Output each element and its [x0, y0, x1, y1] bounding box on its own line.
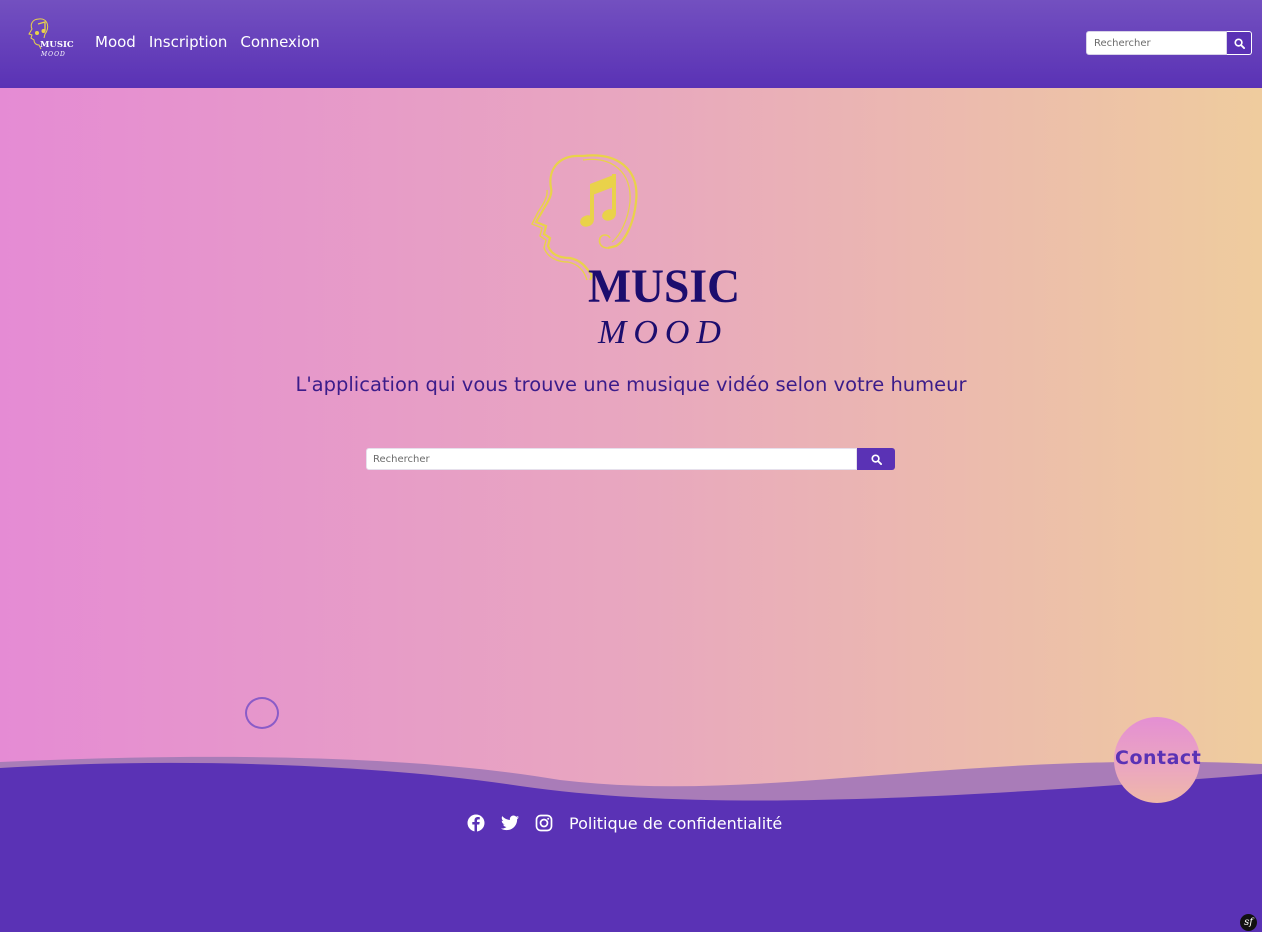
svg-text:MOOD: MOOD — [597, 314, 728, 350]
nav-search-button[interactable] — [1227, 31, 1252, 55]
main-search — [366, 448, 895, 470]
main-search-button[interactable] — [857, 448, 895, 470]
tagline: L'application qui vous trouve une musiqu… — [295, 373, 967, 396]
nav-link-connexion[interactable]: Connexion — [240, 33, 319, 51]
facebook-icon — [467, 814, 485, 832]
svg-text:MOOD: MOOD — [40, 51, 66, 58]
contact-label[interactable]: Contact — [1115, 747, 1201, 769]
privacy-policy-link[interactable]: Politique de confidentialité — [569, 814, 782, 833]
main-search-input[interactable] — [366, 448, 857, 470]
instagram-icon — [535, 814, 553, 832]
facebook-link[interactable] — [466, 813, 486, 833]
twitter-icon — [501, 815, 519, 831]
search-icon — [870, 453, 882, 465]
nav-link-inscription[interactable]: Inscription — [149, 33, 228, 51]
nav-link-mood[interactable]: Mood — [95, 33, 136, 51]
footer-links: Politique de confidentialité — [466, 810, 782, 836]
navbar: MUSIC MOOD Mood Inscription Connexion — [0, 0, 1262, 88]
instagram-link[interactable] — [534, 813, 554, 833]
svg-text:MUSIC: MUSIC — [588, 260, 740, 313]
debug-toolbar-badge[interactable]: sf — [1240, 914, 1257, 931]
hero-logo: MUSIC MOOD — [531, 154, 740, 350]
search-icon — [1233, 37, 1245, 49]
twitter-link[interactable] — [500, 813, 520, 833]
music-mood-logo[interactable]: MUSIC MOOD — [26, 16, 74, 62]
nav-links: Mood Inscription Connexion — [95, 33, 333, 51]
nav-search — [1086, 31, 1252, 55]
nav-search-input[interactable] — [1086, 31, 1227, 55]
svg-text:MUSIC: MUSIC — [40, 40, 74, 50]
